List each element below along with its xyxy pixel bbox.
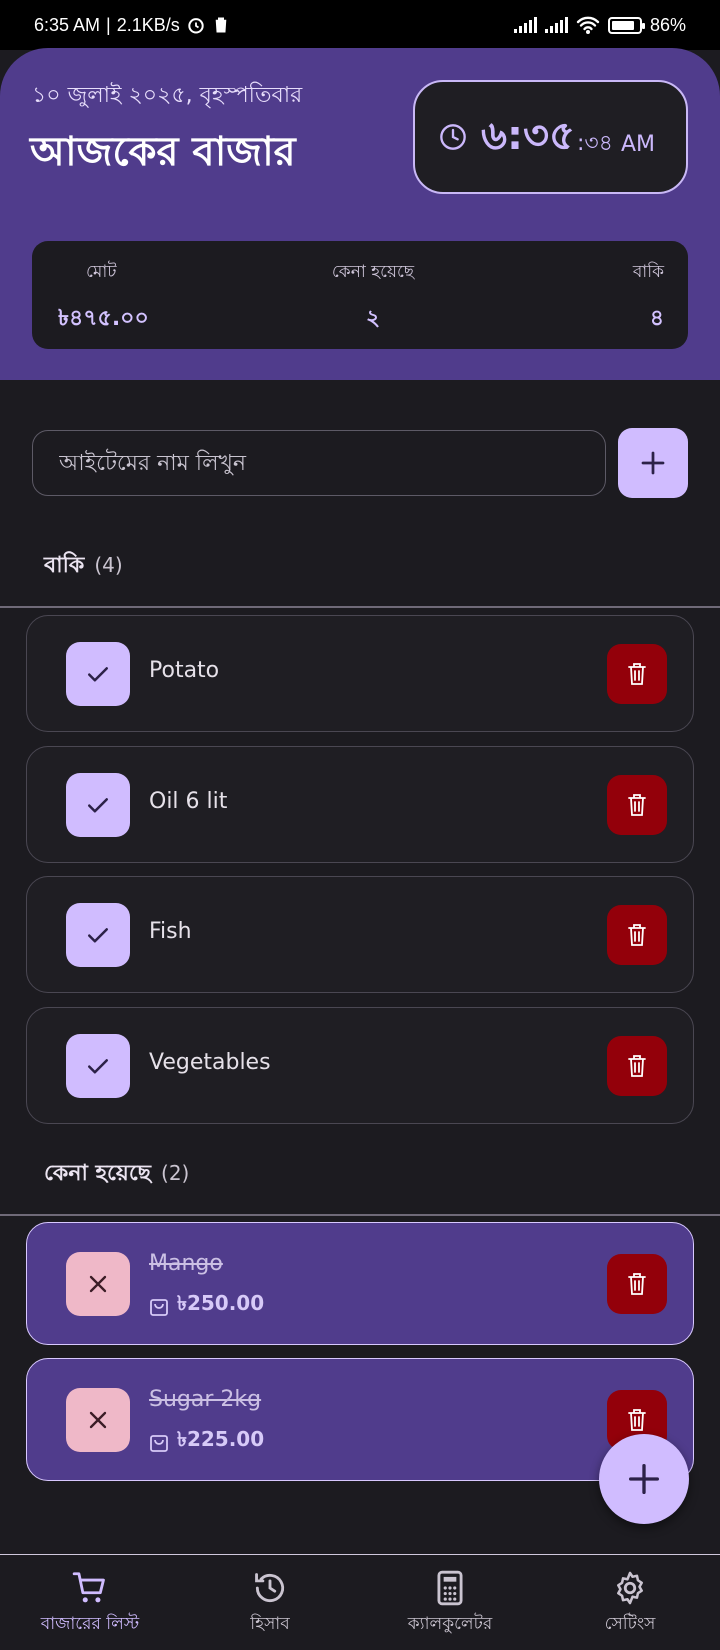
list-item-bought: Sugar 2kg ৳225.00 xyxy=(26,1358,694,1481)
delete-button[interactable] xyxy=(607,1036,667,1096)
list-item: Fish xyxy=(26,876,694,993)
trash-icon xyxy=(628,663,646,685)
summary-remaining-value: ৪ xyxy=(649,306,664,331)
item-name: Sugar 2kg xyxy=(149,1387,262,1412)
item-name: Mango xyxy=(149,1251,223,1276)
delete-button[interactable] xyxy=(607,905,667,965)
unmark-bought-button[interactable] xyxy=(66,1252,130,1316)
delete-button[interactable] xyxy=(607,644,667,704)
nav-item-history[interactable]: হিসাব xyxy=(180,1555,360,1650)
delete-button[interactable] xyxy=(607,775,667,835)
pending-section-label: বাকি xyxy=(44,553,85,578)
cart-icon xyxy=(72,1572,105,1603)
item-name: Potato xyxy=(149,658,220,683)
divider xyxy=(0,606,720,608)
close-icon xyxy=(89,1411,107,1429)
date-text: ১০ জুলাই ২০২৫, বৃহস্পতিবার xyxy=(32,83,303,108)
summary-total: মোট ৳৪৭৫.০০ xyxy=(58,259,149,338)
item-name: Oil 6 lit xyxy=(149,789,228,814)
clock-icon xyxy=(440,124,466,150)
item-price-value: ৳225.00 xyxy=(177,1427,265,1451)
item-price-value: ৳250.00 xyxy=(177,1291,265,1315)
summary-bought-label: কেনা হয়েছে xyxy=(331,262,415,282)
shopping-bag-icon xyxy=(150,1298,168,1316)
calculator-icon xyxy=(437,1570,463,1606)
wifi-icon xyxy=(576,16,600,34)
close-icon xyxy=(89,1275,107,1293)
trash-icon xyxy=(628,794,646,816)
item-name: Fish xyxy=(149,919,192,944)
check-icon xyxy=(88,928,108,943)
summary-card: মোট ৳৪৭৫.০০ কেনা হয়েছে ২ বাকি ৪ xyxy=(32,241,688,349)
nav-item-bazar-list[interactable]: বাজারের লিস্ট xyxy=(0,1555,180,1650)
add-item-row xyxy=(32,428,688,498)
signal-icon xyxy=(544,17,568,33)
bought-section-label: কেনা হয়েছে xyxy=(44,1161,152,1186)
trash-icon xyxy=(628,1273,646,1295)
signal-icon xyxy=(513,17,537,33)
list-item: Oil 6 lit xyxy=(26,746,694,863)
clock-card: ৬:৩৫ :৩৪ AM xyxy=(413,80,688,194)
bought-count: (2) xyxy=(161,1161,190,1185)
battery-icon xyxy=(607,16,645,34)
history-icon xyxy=(255,1573,285,1603)
plus-icon xyxy=(629,1464,659,1494)
summary-total-value: ৳৪৭৫.০০ xyxy=(58,306,149,331)
mark-bought-button[interactable] xyxy=(66,1034,130,1098)
item-name-input[interactable] xyxy=(32,430,606,496)
list-item: Vegetables xyxy=(26,1007,694,1124)
nav-label: বাজারের লিস্ট xyxy=(40,1614,140,1634)
item-price: ৳225.00 xyxy=(149,1425,264,1458)
divider xyxy=(0,1214,720,1216)
plus-icon xyxy=(641,451,665,475)
summary-remaining: বাকি ৪ xyxy=(633,259,664,338)
trash-icon xyxy=(628,924,646,946)
status-net-speed: 2.1KB/s xyxy=(116,14,180,35)
header: ১০ জুলাই ২০২৫, বৃহস্পতিবার আজকের বাজার ৬… xyxy=(0,48,720,380)
nav-label: সেটিংস xyxy=(604,1614,656,1634)
alarm-icon xyxy=(188,18,204,34)
trash-icon xyxy=(628,1409,646,1431)
status-time: 6:35 AM xyxy=(34,14,101,35)
trash-icon xyxy=(628,1055,646,1077)
nav-item-calculator[interactable]: ক্যালকুলেটর xyxy=(360,1555,540,1650)
mark-bought-button[interactable] xyxy=(66,773,130,837)
check-icon xyxy=(88,1059,108,1074)
check-icon xyxy=(88,798,108,813)
pending-section-header: বাকি (4) xyxy=(44,548,123,585)
page-title: আজকের বাজার xyxy=(30,129,296,175)
item-name: Vegetables xyxy=(149,1050,271,1075)
battery-percent: 86% xyxy=(649,14,686,35)
clock-seconds: :৩৪ xyxy=(576,130,613,156)
summary-bought-value: ২ xyxy=(365,306,381,331)
check-icon xyxy=(88,667,108,682)
nav-item-settings[interactable]: সেটিংস xyxy=(540,1555,720,1650)
shopping-bag-icon xyxy=(150,1434,168,1452)
bought-section-header: কেনা হয়েছে (2) xyxy=(44,1156,189,1193)
status-bar: 6:35 AM | 2.1KB/s 86% xyxy=(0,0,720,50)
pending-count: (4) xyxy=(94,553,123,577)
settings-icon xyxy=(617,1571,643,1605)
clock-ampm: AM xyxy=(620,131,655,157)
unmark-bought-button[interactable] xyxy=(66,1388,130,1452)
nav-label: হিসাব xyxy=(250,1614,290,1634)
summary-total-label: মোট xyxy=(86,262,117,282)
clock-hour-minute: ৬:৩৫ xyxy=(481,112,575,159)
list-item-bought: Mango ৳250.00 xyxy=(26,1222,694,1345)
mark-bought-button[interactable] xyxy=(66,642,130,706)
add-item-button[interactable] xyxy=(618,428,688,498)
list-item: Potato xyxy=(26,615,694,732)
fab-add-button[interactable] xyxy=(599,1434,689,1524)
delete-button[interactable] xyxy=(607,1254,667,1314)
summary-bought: কেনা হয়েছে ২ xyxy=(328,259,418,338)
status-divider: | xyxy=(106,14,111,35)
mark-bought-button[interactable] xyxy=(66,903,130,967)
item-price: ৳250.00 xyxy=(149,1289,264,1322)
summary-remaining-label: বাকি xyxy=(632,262,664,282)
bottom-nav: বাজারের লিস্ট হিসাব ক্যালকুলেটর সেটিংস xyxy=(0,1554,720,1650)
nav-label: ক্যালকুলেটর xyxy=(407,1614,493,1634)
trash-notification-icon xyxy=(215,17,227,33)
